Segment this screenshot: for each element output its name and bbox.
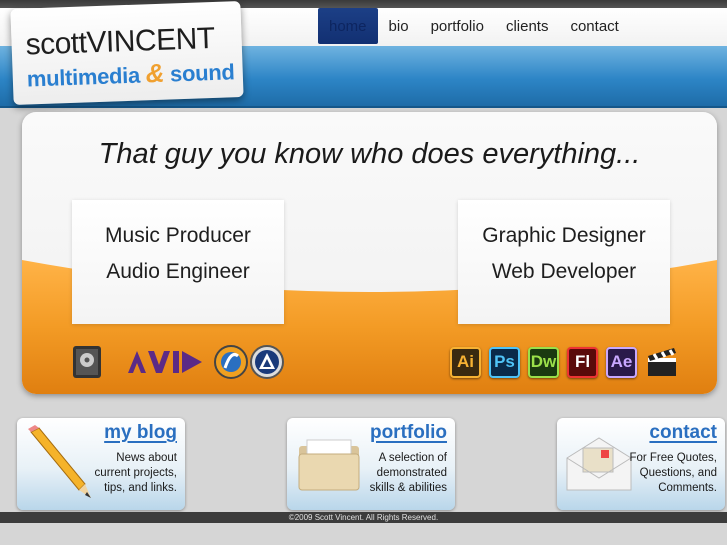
blog-line-2: current projects, bbox=[94, 467, 177, 479]
dreamweaver-icon: Dw bbox=[528, 346, 559, 378]
contact-line-1: For Free Quotes, bbox=[629, 452, 717, 464]
illustrator-label: Ai bbox=[457, 352, 474, 371]
nav-home[interactable]: home bbox=[318, 8, 378, 44]
nav-portfolio[interactable]: portfolio bbox=[420, 8, 495, 44]
bottom-bar bbox=[0, 523, 727, 545]
skill-graphic-designer: Graphic Designer bbox=[482, 224, 646, 247]
portfolio-card[interactable]: portfolio A selection of demonstrated sk… bbox=[287, 418, 455, 510]
folder-icon bbox=[298, 439, 360, 491]
pencil-icon bbox=[28, 425, 91, 498]
logo-subtitle-a: multimedia bbox=[26, 62, 141, 92]
portfolio-line-3: skills & abilities bbox=[369, 482, 447, 494]
nav-contact[interactable]: contact bbox=[559, 8, 629, 44]
skill-audio-engineer: Audio Engineer bbox=[106, 260, 250, 283]
portfolio-card-title[interactable]: portfolio bbox=[370, 422, 447, 444]
illustrator-icon: Ai bbox=[450, 346, 481, 378]
hero-banner: That guy you know who does everything...… bbox=[22, 112, 717, 394]
nav-clients[interactable]: clients bbox=[495, 8, 560, 44]
portfolio-line-2: demonstrated bbox=[376, 467, 447, 479]
photoshop-icon: Ps bbox=[489, 346, 520, 378]
design-skills-panel: Graphic Designer Web Developer bbox=[458, 200, 670, 324]
audio-skills-panel: Music Producer Audio Engineer bbox=[72, 200, 284, 324]
portfolio-card-text: A selection of demonstrated skills & abi… bbox=[357, 451, 447, 496]
logo-subtitle-b: sound bbox=[169, 59, 235, 87]
envelope-icon bbox=[566, 437, 632, 491]
soundtrack-icon bbox=[214, 345, 248, 379]
design-software-icons: Ai Ps Dw Fl Ae bbox=[450, 344, 685, 380]
site-logo[interactable]: scottVINCENT multimedia & sound bbox=[10, 1, 244, 105]
logo-subtitle: multimedia & sound bbox=[26, 55, 235, 93]
contact-line-2: Questions, and bbox=[639, 467, 717, 479]
feature-cards: my blog News about current projects, tip… bbox=[0, 418, 727, 510]
after-effects-icon: Ae bbox=[606, 346, 637, 378]
nav-bio[interactable]: bio bbox=[378, 8, 420, 44]
logic-icon bbox=[70, 345, 104, 379]
dreamweaver-label: Dw bbox=[530, 352, 557, 371]
logo-last-name: VINCENT bbox=[85, 21, 216, 60]
contact-card-text: For Free Quotes, Questions, and Comments… bbox=[627, 451, 717, 496]
contact-card-title[interactable]: contact bbox=[649, 422, 717, 444]
blog-card[interactable]: my blog News about current projects, tip… bbox=[17, 418, 185, 510]
portfolio-line-1: A selection of bbox=[378, 452, 447, 464]
avid-logo bbox=[126, 345, 204, 379]
blog-card-text: News about current projects, tips, and l… bbox=[87, 451, 177, 496]
skill-web-developer: Web Developer bbox=[491, 260, 637, 283]
after-effects-label: Ae bbox=[610, 352, 633, 371]
protools-icon bbox=[250, 345, 284, 379]
photoshop-label: Ps bbox=[494, 352, 515, 371]
flash-label: Fl bbox=[574, 352, 591, 371]
blog-line-3: tips, and links. bbox=[104, 482, 177, 494]
footer-copyright: ©2009 Scott Vincent. All Rights Reserved… bbox=[0, 512, 727, 523]
logo-first-name: scott bbox=[25, 26, 88, 62]
logo-ampersand: & bbox=[145, 57, 165, 89]
flash-icon: Fl bbox=[567, 346, 598, 378]
final-cut-clapper-icon bbox=[645, 345, 679, 379]
contact-line-3: Comments. bbox=[658, 482, 717, 494]
blog-card-title[interactable]: my blog bbox=[104, 422, 177, 444]
skill-music-producer: Music Producer bbox=[105, 224, 251, 247]
audio-software-icons bbox=[70, 344, 290, 380]
hero-tagline: That guy you know who does everything... bbox=[98, 138, 641, 170]
contact-card[interactable]: contact For Free Quotes, Questions, and … bbox=[557, 418, 725, 510]
blog-line-1: News about bbox=[116, 452, 177, 464]
main-nav: home bio portfolio clients contact bbox=[318, 8, 630, 44]
